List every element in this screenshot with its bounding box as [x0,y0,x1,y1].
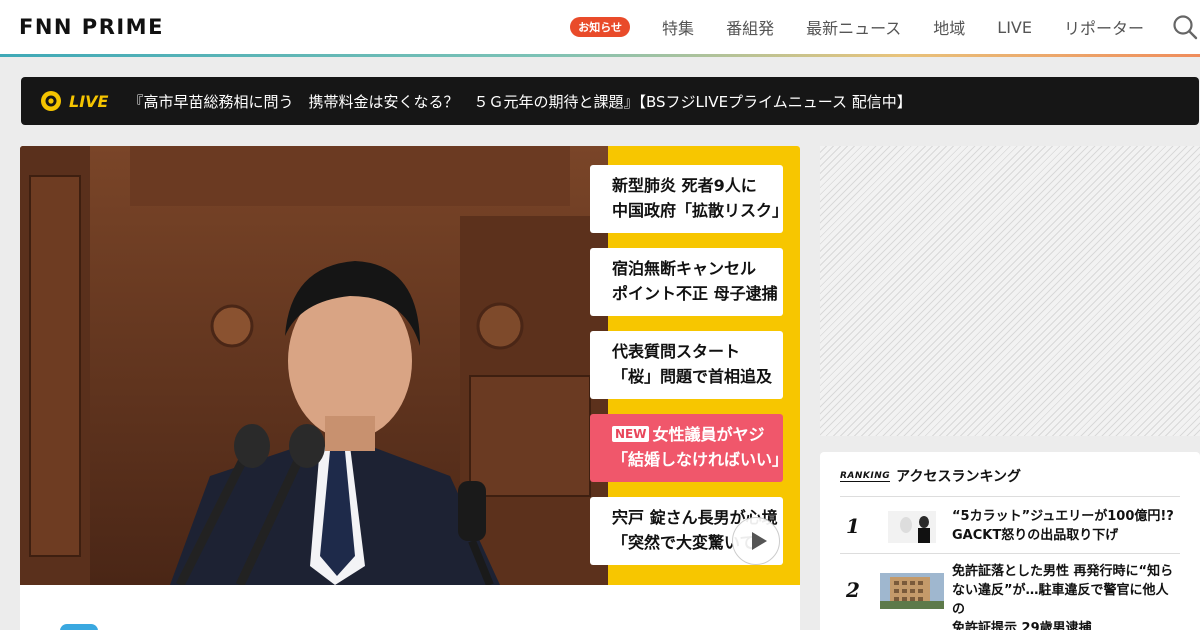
live-headline[interactable]: 『高市早苗総務相に問う 携帯料金は安くなる？ ５Ｇ元年の期待と課題』【BSフジL… [128,91,911,112]
nav-item-regions[interactable]: 地域 [933,15,965,39]
header-accent-bar [0,54,1200,57]
nav-item-reporter[interactable]: リポーター [1064,15,1144,39]
ranking-header: RANKING アクセスランキング [840,466,1021,486]
headline-line: ポイント不正 母子逮捕 [612,284,778,303]
article-title-line: 免許証提示 29歳男逮捕 [952,621,1092,630]
headline-line: 「結婚しなければいい」 [612,450,783,469]
article-title: 免許証落とした男性 再発行時に“知ら ない違反”が…駐車違反で警官に他人の 免許… [952,562,1180,630]
site-logo[interactable]: FNN PRIME [19,15,164,39]
headline-card[interactable]: 宿泊無断キャンセル ポイント不正 母子逮捕 [590,248,783,316]
headline-line: 「桜」問題で首相追及 [612,367,773,386]
article-title-line: ない違反”が…駐車違反で警官に他人の [952,583,1169,617]
nav-item-latest-news[interactable]: 最新ニュース [806,15,901,39]
headline-line: 宿泊無断キャンセル [612,259,757,278]
headline-line: 女性議員がヤジ [652,425,765,444]
nav-item-live[interactable]: LIVE [997,18,1032,37]
top-story-card: 新型肺炎 死者9人に 中国政府「拡散リスク」 宿泊無断キャンセル ポイント不正 … [20,146,800,630]
live-eye-icon [41,91,61,111]
live-label: LIVE [69,91,109,111]
ranking-item[interactable]: 2 免許証落とした男性 再発行時に“知ら ない違反”が…駐車違反で警官に他人の … [840,554,1180,630]
new-badge: NEW [612,426,650,442]
ranking-title: アクセスランキング [896,469,1022,485]
headline-line: 中国政府「拡散リスク」 [612,201,783,220]
article-thumbnail [880,573,944,609]
article-thumbnail [888,511,936,543]
ranking-logo: RANKING [840,470,891,482]
rank-number: 1 [846,514,860,538]
live-banner[interactable]: LIVE 『高市早苗総務相に問う 携帯料金は安くなる？ ５Ｇ元年の期待と課題』【… [21,77,1199,125]
search-icon[interactable] [1172,14,1198,40]
access-ranking: RANKING アクセスランキング 1 “5カラット”ジュエリーが100億円!?… [820,452,1200,630]
play-icon [752,532,767,550]
article-title-line: 免許証落とした男性 再発行時に“知ら [952,564,1174,579]
headline-card[interactable]: 代表質問スタート 「桜」問題で首相追及 [590,331,783,399]
speaker-photo [20,146,608,585]
play-button[interactable] [732,517,780,565]
article-title: “5カラット”ジュエリーが100億円!? GACKT怒りの出品取り下げ [952,507,1174,545]
headline-card-active[interactable]: NEW 女性議員がヤジ 「結婚しなければいい」 [590,414,783,482]
headline-line: 代表質問スタート [612,342,741,361]
article-title-line: GACKT怒りの出品取り下げ [952,528,1119,543]
headline-line: 新型肺炎 死者9人に [612,176,757,195]
main-nav: お知らせ 特集 番組発 最新ニュース 地域 LIVE リポーター [570,0,1144,54]
notice-badge[interactable]: お知らせ [570,17,631,37]
category-tag[interactable] [60,624,98,630]
ad-placeholder[interactable] [820,146,1200,436]
rank-number: 2 [846,578,860,602]
nav-item-programs[interactable]: 番組発 [726,15,774,39]
hero-video[interactable]: 新型肺炎 死者9人に 中国政府「拡散リスク」 宿泊無断キャンセル ポイント不正 … [20,146,800,585]
article-title-line: “5カラット”ジュエリーが100億円!? [952,509,1174,524]
nav-item-features[interactable]: 特集 [662,15,694,39]
headline-card[interactable]: 新型肺炎 死者9人に 中国政府「拡散リスク」 [590,165,783,233]
site-header: FNN PRIME お知らせ 特集 番組発 最新ニュース 地域 LIVE リポー… [0,0,1200,54]
